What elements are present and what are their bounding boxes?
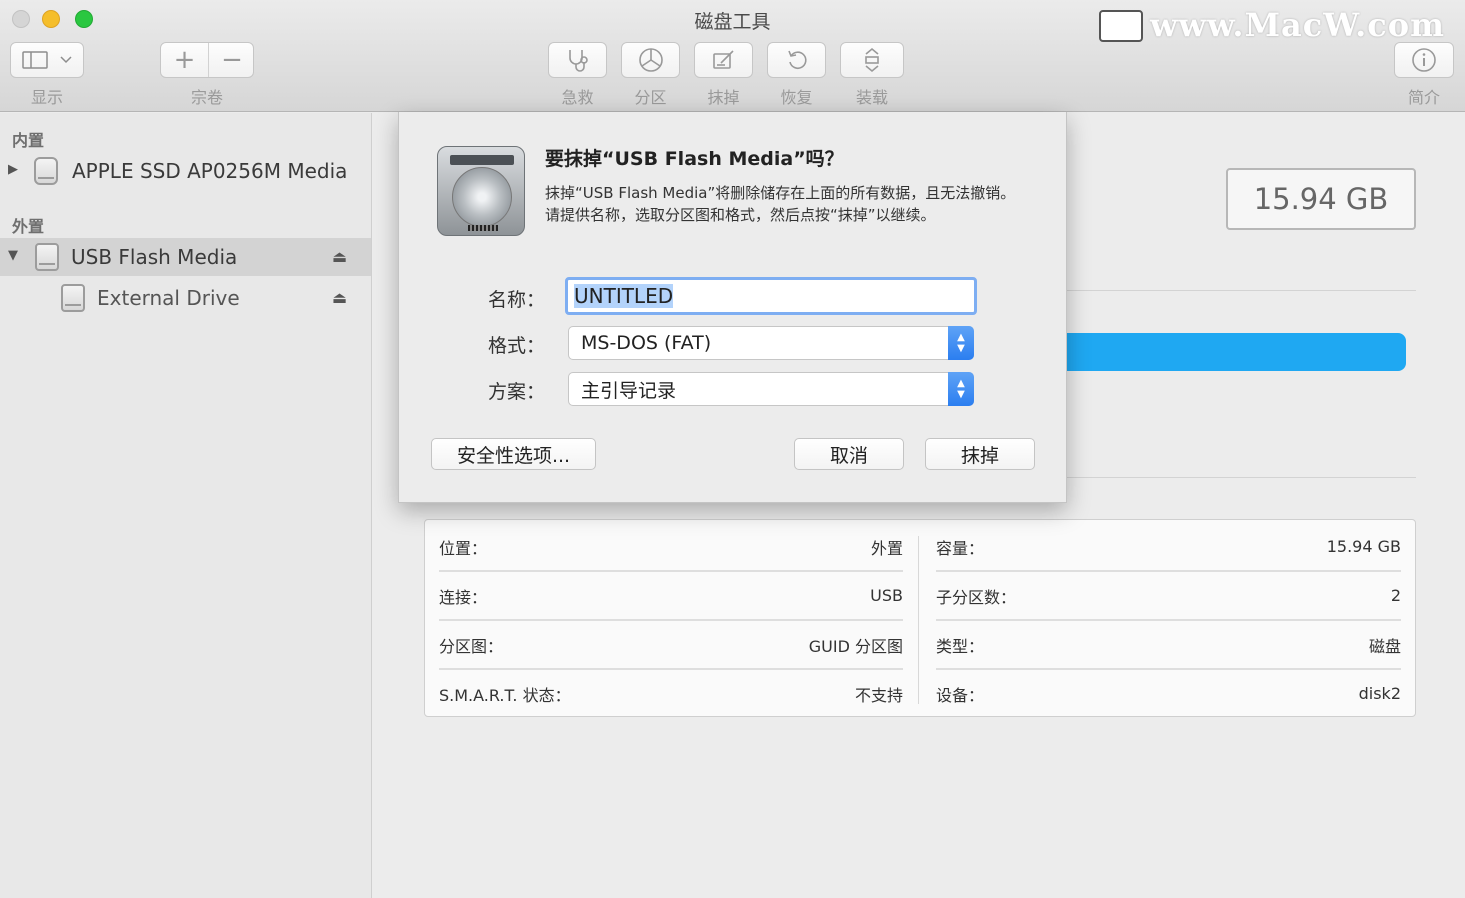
partition-label: 分区 xyxy=(634,88,667,107)
first-aid-label: 急救 xyxy=(561,88,594,107)
scheme-select-value: 主引导记录 xyxy=(581,379,677,402)
divider xyxy=(1052,290,1416,291)
minus-icon: − xyxy=(221,45,243,75)
info-value: GUID 分区图 xyxy=(808,636,903,656)
info-key: 分区图： xyxy=(439,636,504,656)
format-select[interactable]: MS-DOS (FAT) ▲ ▼ xyxy=(568,326,974,360)
info-value: 2 xyxy=(1390,586,1401,605)
format-select-value: MS-DOS (FAT) xyxy=(581,332,712,354)
usage-bar xyxy=(1052,333,1406,371)
sidebar-section-external: 外置 xyxy=(12,217,45,236)
info-label: 简介 xyxy=(1407,88,1440,107)
cancel-button[interactable]: 取消 xyxy=(794,438,904,470)
info-value: 15.94 GB xyxy=(1326,537,1401,556)
divider xyxy=(1052,477,1416,478)
sidebar: 内置 ▶ APPLE SSD AP0256M Media 外置 ▼ USB Fl… xyxy=(0,113,372,898)
partition-button[interactable] xyxy=(621,42,680,78)
info-value: 外置 xyxy=(870,538,903,558)
volume-label: 宗卷 xyxy=(190,88,223,107)
info-key: S.M.A.R.T. 状态： xyxy=(439,685,571,705)
info-key: 位置： xyxy=(439,538,488,558)
volume-icon xyxy=(61,284,85,312)
volume-segmented-control: + − xyxy=(160,42,254,78)
chevron-down-icon xyxy=(60,56,72,64)
name-input-value: UNTITLED xyxy=(574,284,674,308)
info-row-child-count: 子分区数： 2 xyxy=(922,571,1415,620)
column-divider xyxy=(918,536,919,704)
info-row-capacity: 容量： 15.94 GB xyxy=(922,522,1415,571)
sidebar-item-label: External Drive xyxy=(97,286,240,310)
info-key: 子分区数： xyxy=(936,587,1017,607)
mount-label: 装载 xyxy=(855,88,888,107)
sidebar-icon xyxy=(22,51,48,69)
scheme-label: 方案： xyxy=(487,381,545,403)
watermark-text: www.MacW.com xyxy=(1150,6,1445,44)
pie-chart-icon xyxy=(638,48,663,72)
info-table: 位置： 外置 连接： USB 分区图： GUID 分区图 S.M.A.R.T. … xyxy=(424,519,1416,717)
watermark-logo-icon xyxy=(1099,10,1143,42)
disclosure-right-icon[interactable]: ▶ xyxy=(8,162,18,177)
toolbar: 磁盘工具 显示 + − 宗卷 急救 分区 抹掉 恢复 装载 www.MacW.c… xyxy=(0,0,1465,112)
up-down-arrows-icon: ▲ ▼ xyxy=(948,372,974,406)
external-disk-icon xyxy=(35,243,59,271)
erase-toolbar-button[interactable] xyxy=(694,42,753,78)
erase-button[interactable]: 抹掉 xyxy=(925,438,1035,470)
erase-label: 抹掉 xyxy=(707,88,740,107)
dialog-message: 抹掉“USB Flash Media”将删除储存在上面的所有数据，且无法撤销。请… xyxy=(545,184,1016,224)
scheme-select[interactable]: 主引导记录 ▲ ▼ xyxy=(568,372,974,406)
info-value: 不支持 xyxy=(854,685,903,705)
eject-icon[interactable]: ⏏ xyxy=(332,247,347,266)
erase-dialog: 要抹掉“USB Flash Media”吗？ 抹掉“USB Flash Medi… xyxy=(398,112,1067,503)
info-key: 连接： xyxy=(439,587,488,607)
remove-volume-button[interactable]: − xyxy=(209,43,255,77)
restore-label: 恢复 xyxy=(780,88,813,107)
sidebar-item-external-drive[interactable]: External Drive ⏏ xyxy=(0,279,371,317)
stethoscope-icon xyxy=(568,50,588,72)
restore-button[interactable] xyxy=(767,42,826,78)
plus-icon: + xyxy=(173,45,196,75)
info-value: USB xyxy=(870,586,903,605)
sidebar-item-apple-ssd[interactable]: ▶ APPLE SSD AP0256M Media xyxy=(0,152,371,190)
mount-button[interactable] xyxy=(840,42,904,78)
up-down-arrows-icon: ▲ ▼ xyxy=(948,326,974,360)
info-key: 类型： xyxy=(936,636,985,656)
info-row-location: 位置： 外置 xyxy=(425,522,917,571)
sidebar-item-label: USB Flash Media xyxy=(71,245,238,269)
format-label: 格式： xyxy=(487,335,545,357)
view-label: 显示 xyxy=(30,88,63,107)
sidebar-item-label: APPLE SSD AP0256M Media xyxy=(72,159,348,183)
first-aid-button[interactable] xyxy=(548,42,607,78)
info-key: 设备： xyxy=(936,685,985,705)
info-key: 容量： xyxy=(936,538,985,558)
add-volume-button[interactable]: + xyxy=(161,43,208,77)
info-row-connection: 连接： USB xyxy=(425,571,917,620)
mount-icon xyxy=(865,47,879,73)
info-button[interactable] xyxy=(1394,42,1454,78)
info-icon xyxy=(1412,48,1436,72)
info-row-type: 类型： 磁盘 xyxy=(922,620,1415,669)
internal-disk-icon xyxy=(34,157,58,185)
sidebar-section-internal: 内置 xyxy=(12,131,45,150)
info-value: 磁盘 xyxy=(1368,636,1401,656)
hard-drive-icon xyxy=(437,146,525,236)
eraser-icon xyxy=(712,50,734,69)
info-row-device: 设备： disk2 xyxy=(922,669,1415,718)
name-input[interactable]: UNTITLED xyxy=(565,277,977,315)
name-label: 名称： xyxy=(487,289,545,311)
restore-icon xyxy=(787,50,807,69)
capacity-display: 15.94 GB xyxy=(1226,168,1416,230)
eject-icon[interactable]: ⏏ xyxy=(332,288,347,307)
dialog-title: 要抹掉“USB Flash Media”吗？ xyxy=(545,148,844,170)
info-value: disk2 xyxy=(1358,684,1401,703)
security-options-button[interactable]: 安全性选项... xyxy=(431,438,596,470)
view-button[interactable] xyxy=(10,42,84,78)
info-row-smart-status: S.M.A.R.T. 状态： 不支持 xyxy=(425,669,917,718)
sidebar-item-usb-flash-media[interactable]: ▼ USB Flash Media ⏏ xyxy=(0,238,371,276)
info-row-partition-map: 分区图： GUID 分区图 xyxy=(425,620,917,669)
disclosure-down-icon[interactable]: ▼ xyxy=(8,248,18,263)
